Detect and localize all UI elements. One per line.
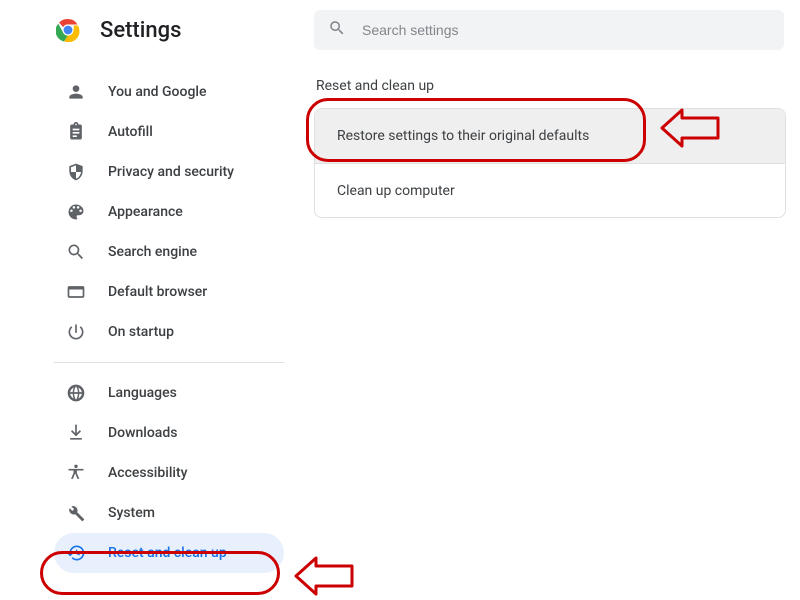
sidebar-item-label: Accessibility bbox=[108, 465, 187, 481]
sidebar-item-label: Default browser bbox=[108, 284, 207, 300]
sidebar-item-accessibility[interactable]: Accessibility bbox=[54, 453, 284, 493]
sidebar: You and Google Autofill Privacy and secu… bbox=[54, 72, 284, 573]
globe-icon bbox=[66, 383, 86, 403]
settings-card: Restore settings to their original defau… bbox=[314, 108, 786, 218]
row-label: Restore settings to their original defau… bbox=[337, 128, 589, 144]
sidebar-item-autofill[interactable]: Autofill bbox=[54, 112, 284, 152]
chrome-logo-icon bbox=[56, 18, 80, 42]
person-icon bbox=[66, 82, 86, 102]
search-icon bbox=[328, 19, 346, 41]
sidebar-item-label: Search engine bbox=[108, 244, 197, 260]
wrench-icon bbox=[66, 503, 86, 523]
sidebar-item-search-engine[interactable]: Search engine bbox=[54, 232, 284, 272]
palette-icon bbox=[66, 202, 86, 222]
sidebar-item-default-browser[interactable]: Default browser bbox=[54, 272, 284, 312]
row-restore-defaults[interactable]: Restore settings to their original defau… bbox=[315, 109, 785, 163]
sidebar-item-reset[interactable]: Reset and clean up bbox=[54, 533, 284, 573]
sidebar-item-label: Autofill bbox=[108, 124, 153, 140]
clipboard-icon bbox=[66, 122, 86, 142]
power-icon bbox=[66, 322, 86, 342]
restore-icon bbox=[66, 543, 86, 563]
sidebar-item-label: On startup bbox=[108, 324, 174, 340]
row-label: Clean up computer bbox=[337, 183, 455, 199]
sidebar-item-languages[interactable]: Languages bbox=[54, 373, 284, 413]
sidebar-item-label: Privacy and security bbox=[108, 164, 234, 180]
sidebar-item-you-and-google[interactable]: You and Google bbox=[54, 72, 284, 112]
shield-icon bbox=[66, 162, 86, 182]
main-content: Reset and clean up Restore settings to t… bbox=[314, 78, 786, 218]
search-input[interactable] bbox=[360, 21, 770, 39]
sidebar-item-label: Downloads bbox=[108, 425, 177, 441]
sidebar-item-label: You and Google bbox=[108, 84, 206, 100]
sidebar-item-privacy[interactable]: Privacy and security bbox=[54, 152, 284, 192]
sidebar-item-downloads[interactable]: Downloads bbox=[54, 413, 284, 453]
sidebar-item-label: System bbox=[108, 505, 155, 521]
search-icon bbox=[66, 242, 86, 262]
sidebar-item-label: Appearance bbox=[108, 204, 183, 220]
browser-icon bbox=[66, 282, 86, 302]
page-title: Settings bbox=[100, 18, 181, 43]
row-clean-up[interactable]: Clean up computer bbox=[315, 163, 785, 217]
sidebar-separator bbox=[54, 362, 284, 363]
sidebar-item-system[interactable]: System bbox=[54, 493, 284, 533]
sidebar-item-label: Reset and clean up bbox=[108, 545, 227, 561]
download-icon bbox=[66, 423, 86, 443]
accessibility-icon bbox=[66, 463, 86, 483]
sidebar-item-on-startup[interactable]: On startup bbox=[54, 312, 284, 352]
sidebar-item-appearance[interactable]: Appearance bbox=[54, 192, 284, 232]
sidebar-item-label: Languages bbox=[108, 385, 177, 401]
search-bar[interactable] bbox=[314, 10, 784, 50]
section-title: Reset and clean up bbox=[314, 78, 786, 94]
annotation-arrow-bottom bbox=[294, 556, 354, 596]
